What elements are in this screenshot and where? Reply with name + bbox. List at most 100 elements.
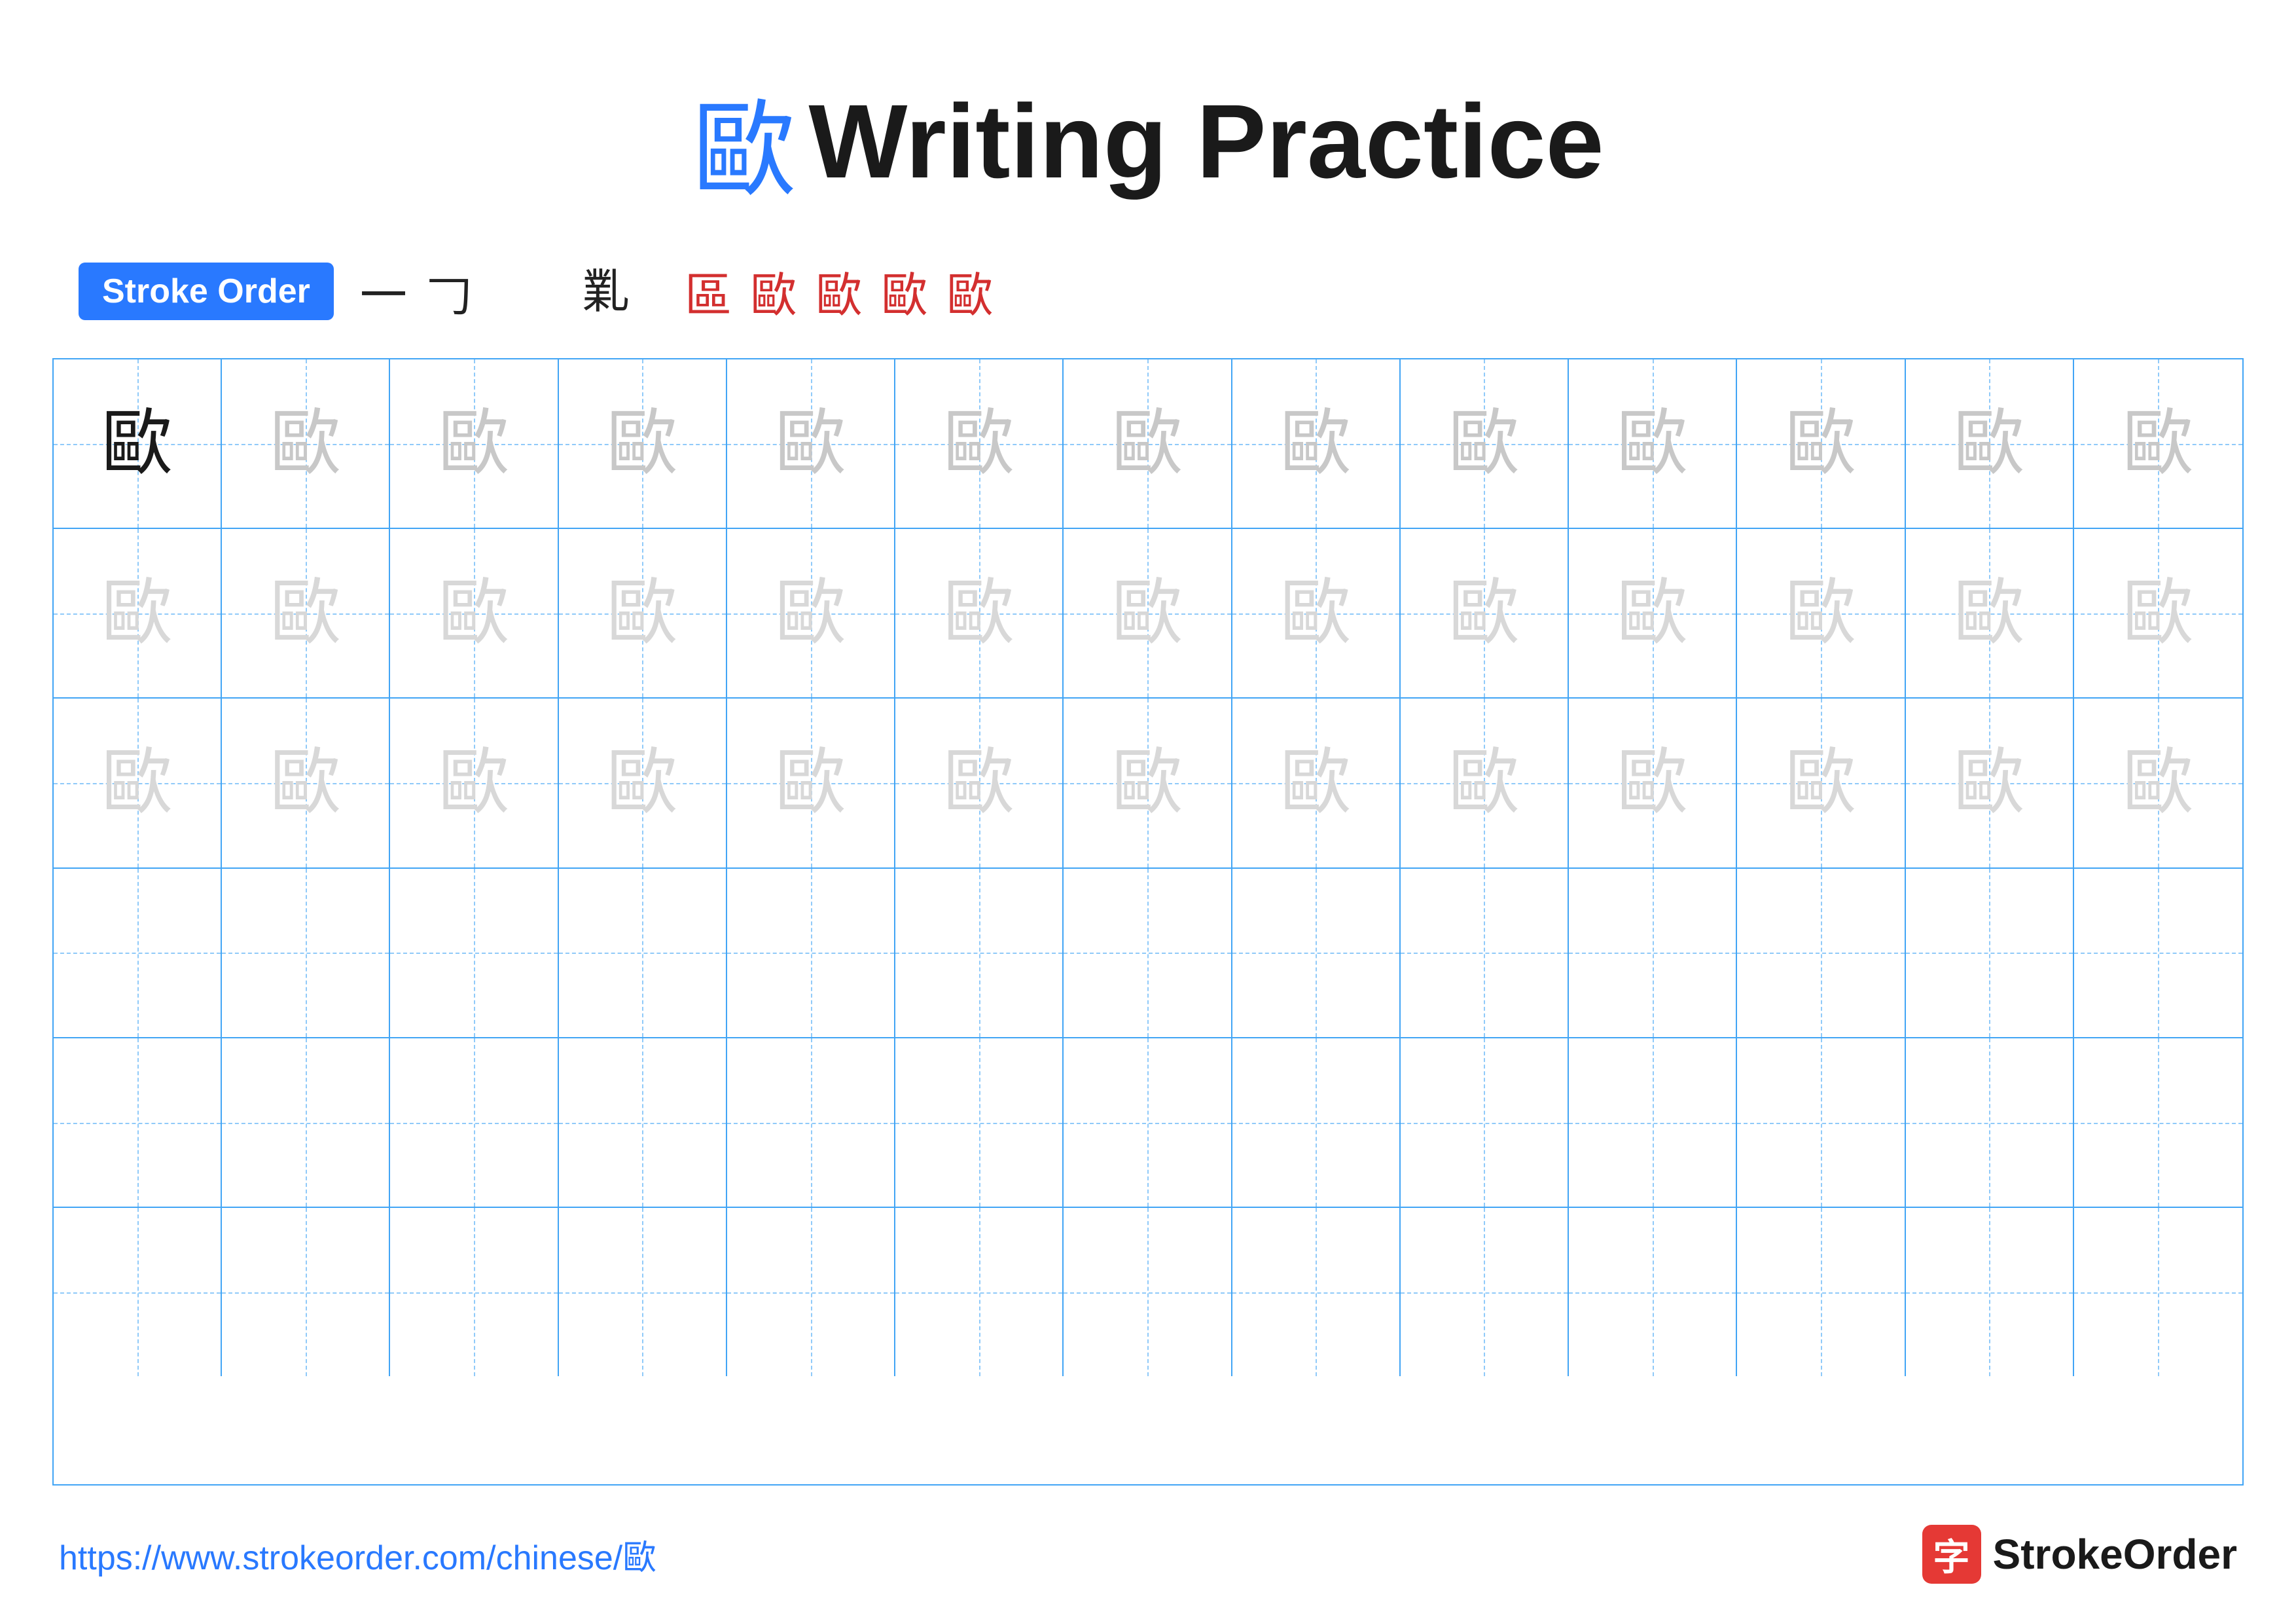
cell-3-4[interactable]: 歐	[559, 699, 727, 867]
cell-2-7[interactable]: 歐	[1064, 529, 1232, 697]
cell-4-2[interactable]	[222, 869, 390, 1037]
cell-4-7[interactable]	[1064, 869, 1232, 1037]
stroke-15: 歐	[946, 257, 994, 325]
cell-2-11[interactable]: 歐	[1737, 529, 1905, 697]
title-char: 歐	[692, 65, 797, 217]
char-display: 歐	[1953, 408, 2025, 480]
cell-3-6[interactable]: 歐	[895, 699, 1064, 867]
cell-3-3[interactable]: 歐	[390, 699, 558, 867]
cell-4-4[interactable]	[559, 869, 727, 1037]
stroke-12: 歐	[750, 257, 797, 325]
char-display: 歐	[606, 747, 678, 819]
cell-5-12[interactable]	[1906, 1038, 2074, 1207]
cell-2-5[interactable]: 歐	[727, 529, 895, 697]
cell-5-8[interactable]	[1232, 1038, 1401, 1207]
cell-1-9[interactable]: 歐	[1401, 359, 1569, 528]
cell-1-13[interactable]: 歐	[2074, 359, 2242, 528]
cell-5-4[interactable]	[559, 1038, 727, 1207]
cell-3-5[interactable]: 歐	[727, 699, 895, 867]
cell-3-11[interactable]: 歐	[1737, 699, 1905, 867]
cell-2-13[interactable]: 歐	[2074, 529, 2242, 697]
cell-5-6[interactable]	[895, 1038, 1064, 1207]
cell-1-2[interactable]: 歐	[222, 359, 390, 528]
cell-6-12[interactable]	[1906, 1208, 2074, 1376]
cell-1-8[interactable]: 歐	[1232, 359, 1401, 528]
cell-2-3[interactable]: 歐	[390, 529, 558, 697]
cell-5-1[interactable]	[54, 1038, 222, 1207]
cell-6-13[interactable]	[2074, 1208, 2242, 1376]
cell-2-4[interactable]: 歐	[559, 529, 727, 697]
cell-4-1[interactable]	[54, 869, 222, 1037]
char-display: 歐	[1617, 747, 1689, 819]
cell-6-11[interactable]	[1737, 1208, 1905, 1376]
cell-2-10[interactable]: 歐	[1569, 529, 1737, 697]
cell-2-12[interactable]: 歐	[1906, 529, 2074, 697]
title-text: Writing Practice	[808, 81, 1604, 202]
char-display: 歐	[1448, 408, 1520, 480]
char-display: 歐	[943, 408, 1015, 480]
cell-5-5[interactable]	[727, 1038, 895, 1207]
stroke-order-badge: Stroke Order	[79, 263, 334, 320]
cell-5-11[interactable]	[1737, 1038, 1905, 1207]
char-display: 歐	[606, 408, 678, 480]
cell-6-5[interactable]	[727, 1208, 895, 1376]
cell-3-13[interactable]: 歐	[2074, 699, 2242, 867]
cell-3-12[interactable]: 歐	[1906, 699, 2074, 867]
cell-6-10[interactable]	[1569, 1208, 1737, 1376]
cell-3-1[interactable]: 歐	[54, 699, 222, 867]
cell-4-3[interactable]	[390, 869, 558, 1037]
char-display: 歐	[943, 747, 1015, 819]
cell-1-4[interactable]: 歐	[559, 359, 727, 528]
cell-1-1[interactable]: 歐	[54, 359, 222, 528]
cell-6-2[interactable]	[222, 1208, 390, 1376]
cell-4-5[interactable]	[727, 869, 895, 1037]
stroke-13: 歐	[816, 257, 863, 325]
cell-1-6[interactable]: 歐	[895, 359, 1064, 528]
cell-1-5[interactable]: 歐	[727, 359, 895, 528]
cell-4-10[interactable]	[1569, 869, 1737, 1037]
cell-4-12[interactable]	[1906, 869, 2074, 1037]
cell-4-8[interactable]	[1232, 869, 1401, 1037]
cell-1-11[interactable]: 歐	[1737, 359, 1905, 528]
cell-1-7[interactable]: 歐	[1064, 359, 1232, 528]
cell-6-9[interactable]	[1401, 1208, 1569, 1376]
cell-2-2[interactable]: 歐	[222, 529, 390, 697]
char-display: 歐	[270, 747, 342, 819]
cell-5-2[interactable]	[222, 1038, 390, 1207]
cell-6-1[interactable]	[54, 1208, 222, 1376]
cell-6-8[interactable]	[1232, 1208, 1401, 1376]
cell-6-4[interactable]	[559, 1208, 727, 1376]
cell-4-9[interactable]	[1401, 869, 1569, 1037]
cell-2-9[interactable]: 歐	[1401, 529, 1569, 697]
cell-4-13[interactable]	[2074, 869, 2242, 1037]
cell-2-1[interactable]: 歐	[54, 529, 222, 697]
char-display: 歐	[1280, 747, 1352, 819]
stroke-1: 一	[360, 257, 407, 325]
cell-2-8[interactable]: 歐	[1232, 529, 1401, 697]
cell-1-12[interactable]: 歐	[1906, 359, 2074, 528]
cell-5-7[interactable]	[1064, 1038, 1232, 1207]
cell-5-3[interactable]	[390, 1038, 558, 1207]
cell-6-7[interactable]	[1064, 1208, 1232, 1376]
cell-6-6[interactable]	[895, 1208, 1064, 1376]
cell-1-3[interactable]: 歐	[390, 359, 558, 528]
cell-3-9[interactable]: 歐	[1401, 699, 1569, 867]
cell-4-6[interactable]	[895, 869, 1064, 1037]
stroke-chars: 一 𠃌 𠄀 𠄁 𠄂 𠄃 𠄄 𠄅 𠄆 𠄇 區 歐 歐 歐 歐	[360, 257, 994, 325]
cell-3-2[interactable]: 歐	[222, 699, 390, 867]
footer-url[interactable]: https://www.strokeorder.com/chinese/歐	[59, 1530, 656, 1579]
char-display: 歐	[270, 577, 342, 649]
cell-5-9[interactable]	[1401, 1038, 1569, 1207]
char-display: 歐	[438, 577, 510, 649]
cell-3-7[interactable]: 歐	[1064, 699, 1232, 867]
cell-1-10[interactable]: 歐	[1569, 359, 1737, 528]
cell-2-6[interactable]: 歐	[895, 529, 1064, 697]
cell-3-8[interactable]: 歐	[1232, 699, 1401, 867]
cell-5-13[interactable]	[2074, 1038, 2242, 1207]
cell-4-11[interactable]	[1737, 869, 1905, 1037]
cell-5-10[interactable]	[1569, 1038, 1737, 1207]
cell-6-3[interactable]	[390, 1208, 558, 1376]
char-display: 歐	[775, 577, 847, 649]
cell-3-10[interactable]: 歐	[1569, 699, 1737, 867]
stroke-14: 歐	[881, 257, 928, 325]
